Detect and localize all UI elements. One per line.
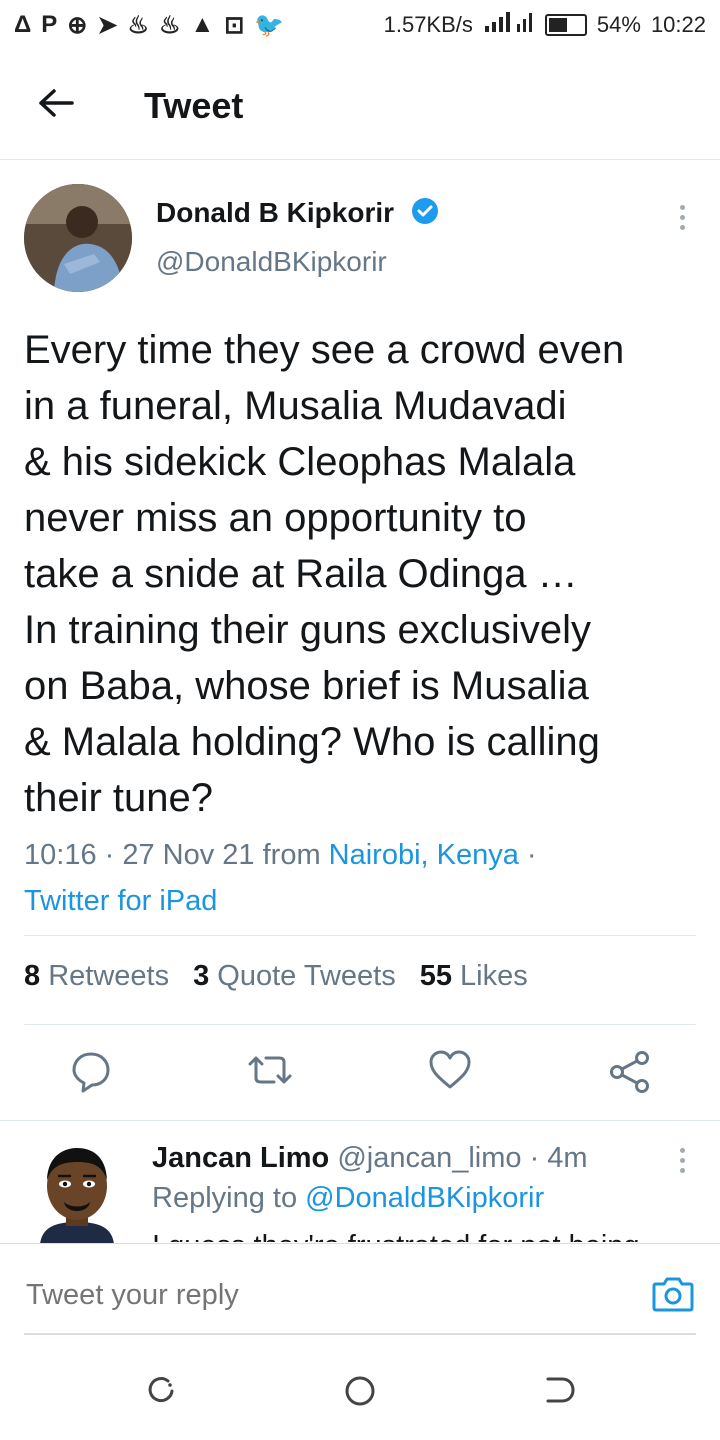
back-arrow-icon[interactable] [38,88,74,123]
retweets-stat[interactable]: 8 Retweets [24,960,169,993]
verified-badge-icon [410,196,440,233]
nav-home-icon[interactable] [344,1375,376,1412]
reply-avatar[interactable] [36,1144,118,1244]
status-bar: Δ P ⊕ ➤ ♨ ♨ ▲ ⊡ 🐦 1.57KB/s 54% 10:22 [0,0,720,50]
notification-icons: Δ P ⊕ ➤ ♨ ♨ ▲ ⊡ 🐦 [14,11,284,40]
divider [24,935,696,936]
battery-icon [544,14,587,36]
page-title: Tweet [144,85,244,126]
source-link[interactable]: Twitter for iPad [24,885,217,917]
author-name[interactable]: Donald B Kipkorir [156,196,440,233]
quotes-label: Quote Tweets [217,960,396,992]
reply-handle-time: @jancan_limo · 4m [329,1142,588,1174]
likes-stat[interactable]: 55 Likes [420,960,528,993]
reply-input[interactable] [24,1278,588,1313]
quotes-count: 3 [193,960,210,992]
author-name-text: Donald B Kipkorir [156,196,395,228]
retweets-count: 8 [24,960,41,992]
replying-to: Replying to @DonaldBKipkorir [152,1182,544,1215]
reply-header: Jancan Limo @jancan_limo · 4m [152,1142,588,1175]
notification-icon: ♨ [159,11,181,39]
tweet-actions [0,1050,720,1100]
author-avatar[interactable] [24,184,132,292]
app-header: Tweet [0,50,720,160]
tweet-text: Every time they see a crowd even in a fu… [24,328,625,820]
divider [24,1024,696,1025]
notification-icon: ⊕ [67,11,88,39]
notification-icon: 🐦 [254,11,285,39]
input-underline [24,1333,696,1335]
location-link[interactable]: Nairobi, Kenya [329,839,519,871]
author-handle[interactable]: @DonaldBKipkorir [156,246,387,278]
notification-icon: P [41,10,58,38]
reply-compose-bar [0,1243,720,1344]
replying-to-link[interactable]: @DonaldBKipkorir [305,1182,544,1214]
retweets-label: Retweets [48,960,170,992]
tweet-stats: 8 Retweets 3 Quote Tweets 55 Likes [24,960,528,993]
camera-icon[interactable] [652,1274,694,1319]
divider [0,1120,720,1121]
network-speed: 1.57KB/s [383,12,473,37]
more-vert-icon[interactable] [680,205,686,230]
share-icon[interactable] [608,1050,652,1099]
more-vert-icon[interactable] [680,1148,686,1173]
replying-prefix: Replying to [152,1182,306,1214]
likes-count: 55 [419,960,452,992]
reply-text: I guess they're frustrated for not being [152,1226,640,1242]
notification-icon: ➤ [97,11,118,39]
notification-icon: ▲ [190,10,215,38]
battery-fill [548,18,568,32]
tweet-meta: 10:16 · 27 Nov 21 from Nairobi, Kenya · … [24,832,694,924]
clock: 10:22 [650,12,706,37]
retweet-icon[interactable] [246,1050,294,1095]
notification-icon: Δ [14,10,32,38]
system-nav-bar [0,1343,720,1440]
signal-icon [483,10,535,40]
tweet-timestamp: 10:16 · 27 Nov 21 from [24,839,329,871]
battery-percent: 54% [596,12,641,37]
likes-label: Likes [460,960,528,992]
notification-icon: ♨ [127,11,149,39]
quotes-stat[interactable]: 3 Quote Tweets [193,960,396,993]
nav-back-icon[interactable] [544,1375,576,1410]
reply-author-name[interactable]: Jancan Limo [152,1142,329,1174]
reply-icon[interactable] [70,1050,112,1099]
notification-icon: ⊡ [224,11,245,39]
meta-separator: · [518,839,537,871]
like-icon[interactable] [428,1050,472,1095]
nav-recent-icon[interactable] [146,1375,176,1410]
